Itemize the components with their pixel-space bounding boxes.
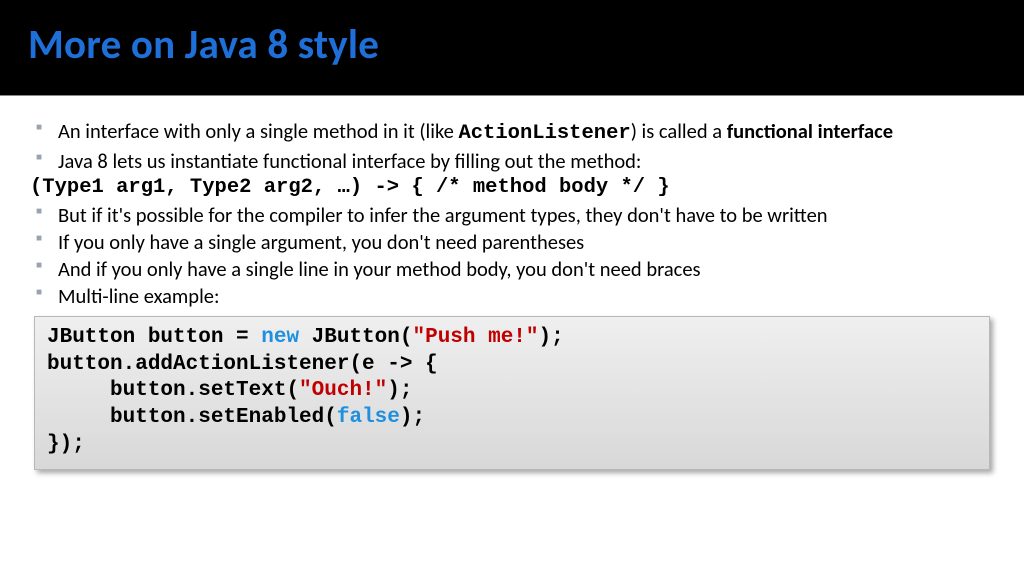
code-text: );	[400, 406, 425, 429]
slide-title: More on Java 8 style	[28, 20, 996, 70]
bold-text: functional interface	[727, 118, 893, 144]
text: Java 8 lets us instantiate functional in…	[58, 148, 641, 174]
text: If you only have a single argument, you …	[58, 229, 584, 255]
slide-content: An interface with only a single method i…	[0, 96, 1024, 470]
keyword: false	[337, 406, 400, 429]
text: An interface with only a single method i…	[58, 118, 458, 144]
bullet-item: And if you only have a single line in yo…	[30, 256, 994, 282]
lambda-signature: (Type1 arg1, Type2 arg2, …) -> { /* meth…	[30, 175, 994, 201]
bullet-list: An interface with only a single method i…	[30, 118, 994, 174]
code-text: });	[47, 433, 85, 456]
code-text: JButton button =	[47, 326, 261, 349]
text: But if it's possible for the compiler to…	[58, 202, 828, 228]
bullet-item: An interface with only a single method i…	[30, 118, 994, 147]
bullet-item: But if it's possible for the compiler to…	[30, 202, 994, 228]
title-bar: More on Java 8 style	[0, 0, 1024, 96]
keyword: new	[261, 326, 299, 349]
code-example: JButton button = new JButton("Push me!")…	[34, 316, 990, 470]
code-text: JButton(	[299, 326, 412, 349]
code-text: );	[387, 379, 412, 402]
bullet-item: If you only have a single argument, you …	[30, 229, 994, 255]
string-literal: "Push me!"	[412, 326, 538, 349]
bullet-item: Java 8 lets us instantiate functional in…	[30, 148, 994, 174]
code-text: );	[539, 326, 564, 349]
code-text: button.addActionListener(e -> {	[47, 353, 438, 376]
inline-code: ActionListener	[458, 122, 630, 145]
code-text: button.setEnabled(	[47, 406, 337, 429]
bullet-list: But if it's possible for the compiler to…	[30, 202, 994, 310]
text: Multi-line example:	[58, 283, 219, 309]
text: And if you only have a single line in yo…	[58, 256, 701, 282]
string-literal: "Ouch!"	[299, 379, 387, 402]
code-text: button.setText(	[47, 379, 299, 402]
bullet-item: Multi-line example:	[30, 283, 994, 309]
text: ) is called a	[631, 118, 727, 144]
